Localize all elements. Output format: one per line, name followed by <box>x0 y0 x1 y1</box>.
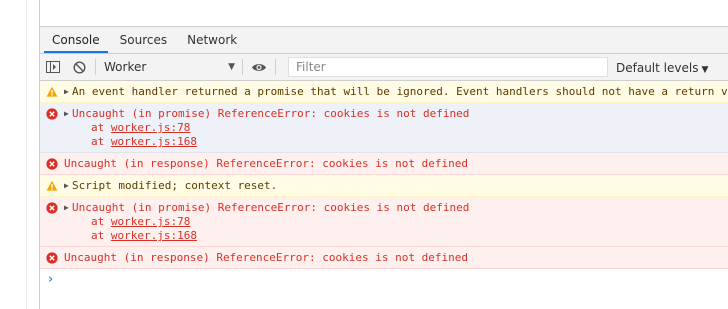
tab-sources[interactable]: Sources <box>112 27 175 53</box>
warning-icon <box>46 86 58 97</box>
console-message-error: Uncaught (in response) ReferenceError: c… <box>40 153 728 175</box>
message-text: Uncaught (in response) ReferenceError: c… <box>64 157 468 170</box>
stack-prefix: at <box>91 229 111 242</box>
toolbar-separator <box>95 59 96 75</box>
prompt-chevron-icon: › <box>48 272 54 287</box>
console-message-error: ▶ Uncaught (in promise) ReferenceError: c… <box>40 103 728 153</box>
console-toolbar: Worker ▼ Default levels▼ <box>40 54 728 81</box>
clear-console-button[interactable] <box>66 54 92 80</box>
source-link[interactable]: worker.js:168 <box>111 135 197 148</box>
error-icon <box>46 158 58 170</box>
dropdown-arrow-icon: ▼ <box>228 62 235 72</box>
sidebar-toggle-icon <box>46 61 60 73</box>
stack-prefix: at <box>91 121 111 134</box>
console-message-error: Uncaught (in response) ReferenceError: c… <box>40 247 728 269</box>
show-sidebar-button[interactable] <box>40 54 66 80</box>
message-text: Uncaught (in promise) ReferenceError: co… <box>72 107 470 120</box>
stack-frame: at worker.js:168 <box>91 229 728 243</box>
console-messages: ▶ An event handler returned a promise tha… <box>40 81 728 289</box>
tab-network[interactable]: Network <box>179 27 245 53</box>
error-icon <box>46 108 58 120</box>
message-text: An event handler returned a promise that… <box>72 85 728 98</box>
expand-arrow-icon[interactable]: ▶ <box>64 85 72 99</box>
toolbar-separator <box>275 59 276 75</box>
message-text: Script modified; context reset. <box>72 179 278 192</box>
left-page-gutter <box>0 0 40 309</box>
log-levels-label: Default levels <box>616 61 699 75</box>
error-icon <box>46 202 58 214</box>
toolbar-separator <box>242 59 243 75</box>
context-selector[interactable]: Worker ▼ <box>99 57 239 77</box>
console-prompt[interactable]: › <box>40 269 728 289</box>
context-selector-value: Worker <box>104 60 147 74</box>
console-message-warning: ▶ Script modified; context reset. <box>40 175 728 197</box>
stack-frame: at worker.js:78 <box>91 215 728 229</box>
live-expression-button[interactable] <box>246 54 272 80</box>
clear-block-icon <box>72 60 86 74</box>
expand-arrow-icon[interactable]: ▶ <box>64 107 72 121</box>
devtools-panel: Console Sources Network Worker ▼ Filter … <box>40 0 728 309</box>
console-message-error: ▶ Uncaught (in promise) ReferenceError: c… <box>40 197 728 247</box>
error-icon <box>46 252 58 264</box>
source-link[interactable]: worker.js:78 <box>111 215 190 228</box>
expand-arrow-icon[interactable]: ▶ <box>64 179 72 193</box>
dropdown-arrow-icon: ▼ <box>701 65 709 75</box>
expand-arrow-icon[interactable]: ▶ <box>64 201 72 215</box>
console-message-warning: ▶ An event handler returned a promise tha… <box>40 81 728 103</box>
stack-frame: at worker.js:168 <box>91 135 728 149</box>
eye-icon <box>252 63 266 71</box>
devtools-tabbar: Console Sources Network <box>40 27 728 54</box>
log-levels-dropdown[interactable]: Default levels ▼ <box>616 58 708 78</box>
message-text: Uncaught (in promise) ReferenceError: co… <box>72 201 470 214</box>
source-link[interactable]: worker.js:168 <box>111 229 197 242</box>
page-area <box>40 0 728 27</box>
message-text: Uncaught (in response) ReferenceError: c… <box>64 251 468 264</box>
warning-icon <box>46 180 58 191</box>
source-link[interactable]: worker.js:78 <box>111 121 190 134</box>
gutter-divider <box>26 0 27 309</box>
stack-frame: at worker.js:78 <box>91 121 728 135</box>
tab-console[interactable]: Console <box>44 27 108 53</box>
stack-prefix: at <box>91 135 111 148</box>
filter-input[interactable] <box>288 57 608 77</box>
stack-prefix: at <box>91 215 111 228</box>
